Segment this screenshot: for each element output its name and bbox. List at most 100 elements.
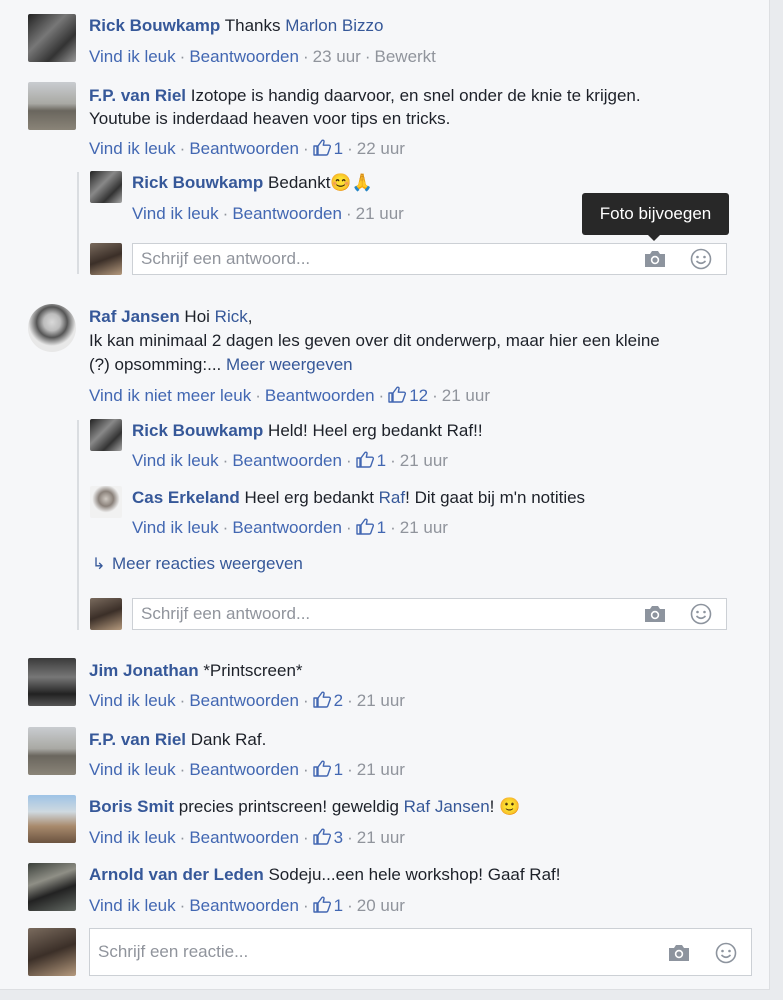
comment-text: Sodeju...een hele workshop! Gaaf Raf! xyxy=(263,865,561,884)
reply-thread-line xyxy=(77,172,79,274)
avatar[interactable] xyxy=(28,14,76,62)
timestamp[interactable]: 20 uur xyxy=(357,896,405,915)
timestamp[interactable]: 21 uur xyxy=(442,386,490,405)
comment-author[interactable]: F.P. van Riel xyxy=(89,86,186,105)
comment-body: Boris Smit precies printscreen! geweldig… xyxy=(89,796,520,818)
avatar[interactable] xyxy=(90,171,122,203)
avatar[interactable] xyxy=(90,486,122,518)
unlike-link[interactable]: Vind ik niet meer leuk xyxy=(89,386,251,405)
like-link[interactable]: Vind ik leuk xyxy=(132,204,219,223)
reply-link[interactable]: Beantwoorden xyxy=(189,896,299,915)
reply-actions: Vind ik leuk · Beantwoorden · 1 · 21 uur xyxy=(132,451,448,470)
more-replies-link[interactable]: ↳ Meer reacties weergeven xyxy=(92,553,303,576)
comment-author[interactable]: Arnold van der Leden xyxy=(89,865,264,884)
comment-input[interactable]: Schrijf een reactie... xyxy=(89,928,752,976)
comment-author[interactable]: Boris Smit xyxy=(89,797,174,816)
like-count[interactable]: 12 xyxy=(409,386,428,405)
reply-input[interactable]: Schrijf een antwoord... xyxy=(132,598,727,630)
reply-link[interactable]: Beantwoorden xyxy=(189,47,299,66)
reply-link[interactable]: Beantwoorden xyxy=(232,451,342,470)
comment-actions: Vind ik leuk · Beantwoorden · 2 · 21 uur xyxy=(89,691,405,710)
avatar xyxy=(90,243,122,275)
reply-body: Rick Bouwkamp Held! Heel erg bedankt Raf… xyxy=(132,420,483,442)
avatar[interactable] xyxy=(28,727,76,775)
reply-thread-line xyxy=(77,420,79,630)
like-count[interactable]: 1 xyxy=(377,518,386,537)
avatar[interactable] xyxy=(28,795,76,843)
emoji: 🙂 xyxy=(499,797,521,816)
more-replies-label: Meer reacties weergeven xyxy=(112,554,303,573)
reply-link[interactable]: Beantwoorden xyxy=(189,760,299,779)
like-link[interactable]: Vind ik leuk xyxy=(132,518,219,537)
timestamp[interactable]: 23 uur xyxy=(313,47,361,66)
thumbs-up-icon xyxy=(313,828,331,845)
like-link[interactable]: Vind ik leuk xyxy=(89,896,176,915)
reply-link[interactable]: Beantwoorden xyxy=(232,204,342,223)
like-count[interactable]: 2 xyxy=(334,691,343,710)
mention-link[interactable]: Raf xyxy=(379,488,405,507)
reply-author[interactable]: Rick Bouwkamp xyxy=(132,173,263,192)
timestamp[interactable]: 21 uur xyxy=(357,691,405,710)
comment-text-line: Ik kan minimaal 2 dagen les geven over d… xyxy=(89,331,660,350)
timestamp[interactable]: 21 uur xyxy=(357,828,405,847)
mention-link[interactable]: Rick xyxy=(215,307,248,326)
avatar[interactable] xyxy=(28,82,76,130)
camera-icon[interactable] xyxy=(667,943,691,963)
avatar[interactable] xyxy=(90,419,122,451)
avatar[interactable] xyxy=(28,304,76,352)
comment-text: , xyxy=(247,307,253,326)
camera-icon[interactable] xyxy=(643,249,667,269)
reply-link[interactable]: Beantwoorden xyxy=(189,691,299,710)
reply-author[interactable]: Cas Erkeland xyxy=(132,488,240,507)
comment-text-line: (?) opsomming:... Meer weergeven xyxy=(89,354,353,376)
camera-icon[interactable] xyxy=(643,604,667,624)
like-link[interactable]: Vind ik leuk xyxy=(89,47,176,66)
comment-input-placeholder: Schrijf een reactie... xyxy=(98,942,249,961)
timestamp[interactable]: 21 uur xyxy=(400,451,448,470)
comment-actions: Vind ik niet meer leuk · Beantwoorden · 12 · 2… xyxy=(89,386,490,405)
comment-body: Jim Jonathan *Printscreen* xyxy=(89,660,303,682)
reply-link[interactable]: Beantwoorden xyxy=(232,518,342,537)
reply-body: Cas Erkeland Heel erg bedankt Raf! Dit g… xyxy=(132,487,585,509)
reply-input-placeholder: Schrijf een antwoord... xyxy=(141,249,311,268)
thumbs-up-icon xyxy=(313,139,331,156)
comment-actions: Vind ik leuk · Beantwoorden · 1 · 20 uur xyxy=(89,896,405,915)
see-more-link[interactable]: Meer weergeven xyxy=(226,355,353,374)
reply-actions: Vind ik leuk · Beantwoorden · 21 uur xyxy=(132,204,404,223)
like-count[interactable]: 1 xyxy=(334,760,343,779)
avatar[interactable] xyxy=(28,658,76,706)
comment-author[interactable]: Rick Bouwkamp xyxy=(89,16,220,35)
reply-link[interactable]: Beantwoorden xyxy=(189,139,299,158)
avatar[interactable] xyxy=(28,863,76,911)
reply-link[interactable]: Beantwoorden xyxy=(265,386,375,405)
like-count[interactable]: 1 xyxy=(377,451,386,470)
timestamp[interactable]: 22 uur xyxy=(357,139,405,158)
like-link[interactable]: Vind ik leuk xyxy=(89,139,176,158)
emoji-icon[interactable] xyxy=(690,248,712,270)
like-link[interactable]: Vind ik leuk xyxy=(89,691,176,710)
like-link[interactable]: Vind ik leuk xyxy=(89,828,176,847)
like-link[interactable]: Vind ik leuk xyxy=(89,760,176,779)
reply-input[interactable]: Schrijf een antwoord... xyxy=(132,243,727,275)
timestamp[interactable]: 21 uur xyxy=(356,204,404,223)
comment-text: ! xyxy=(489,797,500,816)
like-count[interactable]: 1 xyxy=(334,896,343,915)
emoji-icon[interactable] xyxy=(690,603,712,625)
reply-link[interactable]: Beantwoorden xyxy=(189,828,299,847)
edited-label[interactable]: Bewerkt xyxy=(375,47,436,66)
mention-link[interactable]: Raf Jansen xyxy=(404,797,490,816)
emoji-icon[interactable] xyxy=(715,942,737,964)
timestamp[interactable]: 21 uur xyxy=(357,760,405,779)
reply-author[interactable]: Rick Bouwkamp xyxy=(132,421,263,440)
comment-text: Izotope is handig daarvoor, en snel onde… xyxy=(186,86,641,105)
like-link[interactable]: Vind ik leuk xyxy=(132,451,219,470)
thumbs-up-icon xyxy=(356,451,374,468)
timestamp[interactable]: 21 uur xyxy=(400,518,448,537)
like-count[interactable]: 3 xyxy=(334,828,343,847)
like-count[interactable]: 1 xyxy=(334,139,343,158)
comment-author[interactable]: Raf Jansen xyxy=(89,307,180,326)
comment-author[interactable]: F.P. van Riel xyxy=(89,730,186,749)
comment-text: Thanks xyxy=(220,16,286,35)
comment-author[interactable]: Jim Jonathan xyxy=(89,661,199,680)
mention-link[interactable]: Marlon Bizzo xyxy=(285,16,383,35)
